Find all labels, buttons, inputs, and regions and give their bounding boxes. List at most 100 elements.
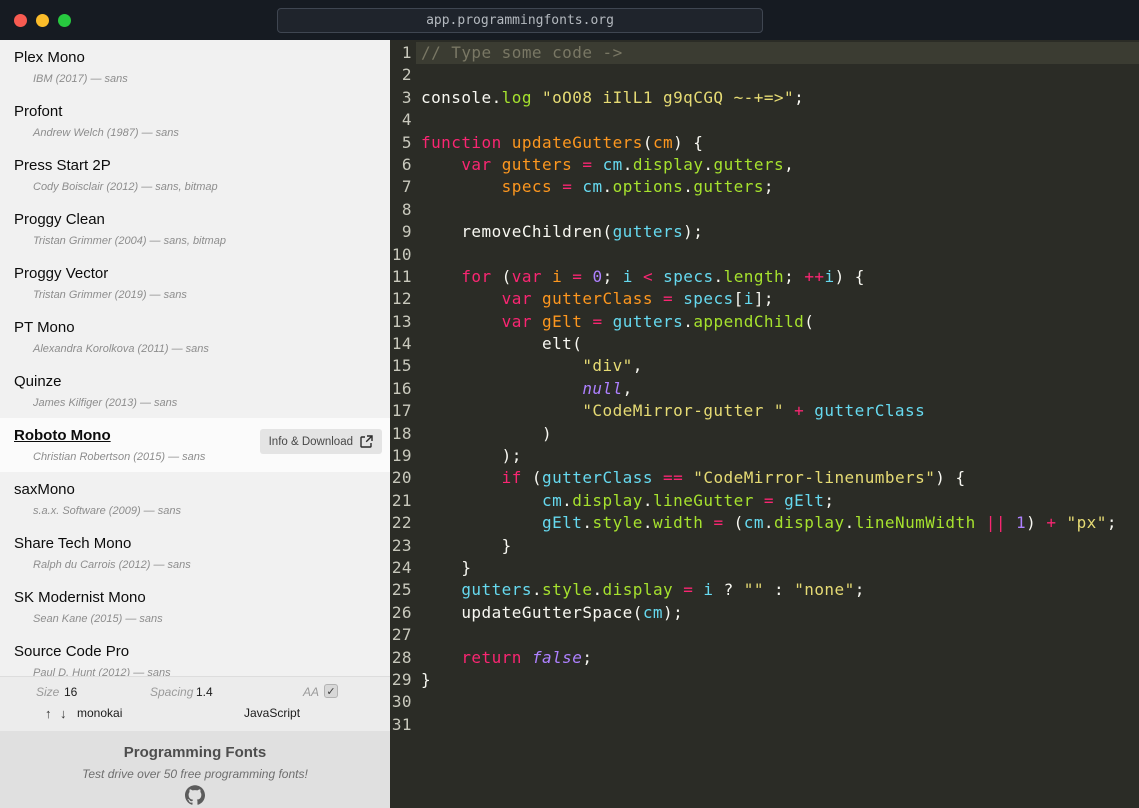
code-text[interactable]: return false;	[416, 647, 1139, 669]
code-text[interactable]: updateGutterSpace(cm);	[416, 602, 1139, 624]
code-line[interactable]: 22 gElt.style.width = (cm.display.lineNu…	[390, 512, 1139, 534]
line-number: 18	[391, 423, 412, 443]
theme-down-button[interactable]: ↓	[60, 706, 67, 721]
code-text[interactable]: }	[416, 535, 1139, 557]
code-text[interactable]: }	[416, 669, 1139, 691]
github-icon[interactable]	[0, 785, 390, 808]
code-line[interactable]: 31	[390, 714, 1139, 736]
code-line[interactable]: 7 specs = cm.options.gutters;	[390, 176, 1139, 198]
code-line[interactable]: 28 return false;	[390, 647, 1139, 669]
code-line[interactable]: 27	[390, 624, 1139, 646]
code-line[interactable]: 20 if (gutterClass == "CodeMirror-linenu…	[390, 467, 1139, 489]
code-text[interactable]: for (var i = 0; i < specs.length; ++i) {	[416, 266, 1139, 288]
line-number: 30	[391, 692, 412, 712]
code-editor[interactable]: 1// Type some code -> 2 3 console.log "oO08…	[390, 40, 1139, 808]
code-line[interactable]: 25 gutters.style.display = i ? "" : "non…	[390, 579, 1139, 601]
code-text[interactable]: function updateGutters(cm) {	[416, 132, 1139, 154]
code-line[interactable]: 9 removeChildren(gutters);	[390, 221, 1139, 243]
font-list-item[interactable]: Proggy Vector Tristan Grimmer (2019) — sa…	[0, 256, 390, 310]
code-line[interactable]: 24 }	[390, 557, 1139, 579]
code-line[interactable]: 21 cm.display.lineGutter = gElt;	[390, 490, 1139, 512]
code-line[interactable]: 26 updateGutterSpace(cm);	[390, 602, 1139, 624]
url-bar[interactable]: app.programmingfonts.org	[277, 8, 763, 33]
font-name: PT Mono	[14, 319, 75, 336]
language-select[interactable]: JavaScript	[244, 706, 300, 720]
code-line[interactable]: 12 var gutterClass = specs[i];	[390, 288, 1139, 310]
font-meta: s.a.x. Software (2009) — sans	[33, 505, 181, 517]
code-text[interactable]: var gutterClass = specs[i];	[416, 288, 1139, 310]
code-text[interactable]: );	[416, 445, 1139, 467]
code-text[interactable]: gutters.style.display = i ? "" : "none";	[416, 579, 1139, 601]
code-text[interactable]: var gElt = gutters.appendChild(	[416, 311, 1139, 333]
code-text[interactable]: "div",	[416, 355, 1139, 377]
size-input[interactable]: 16	[64, 685, 77, 699]
code-line[interactable]: 19 );	[390, 445, 1139, 467]
code-text[interactable]	[416, 64, 1139, 86]
font-list-item[interactable]: Press Start 2P Cody Boisclair (2012) — sa…	[0, 148, 390, 202]
aa-checkbox[interactable]: ✓	[324, 684, 338, 698]
code-line[interactable]: 11 for (var i = 0; i < specs.length; ++i…	[390, 266, 1139, 288]
font-list-item[interactable]: SK Modernist Mono Sean Kane (2015) — sans	[0, 580, 390, 634]
code-text[interactable]: removeChildren(gutters);	[416, 221, 1139, 243]
code-text[interactable]: specs = cm.options.gutters;	[416, 176, 1139, 198]
code-text[interactable]	[416, 714, 1139, 736]
font-list-item[interactable]: Source Code Pro Paul D. Hunt (2012) — san…	[0, 634, 390, 676]
line-number: 28	[391, 647, 412, 667]
code-text[interactable]	[416, 624, 1139, 646]
font-list-item[interactable]: Share Tech Mono Ralph du Carrois (2012) —…	[0, 526, 390, 580]
code-line[interactable]: 18 )	[390, 423, 1139, 445]
minimize-button[interactable]	[36, 14, 49, 27]
code-text[interactable]	[416, 691, 1139, 713]
code-line[interactable]: 13 var gElt = gutters.appendChild(	[390, 311, 1139, 333]
code-line[interactable]: 2	[390, 64, 1139, 86]
code-line[interactable]: 4	[390, 109, 1139, 131]
external-link-icon	[360, 435, 373, 448]
code-text[interactable]: console.log "oO08 iIlL1 g9qCGQ ~-+=>";	[416, 87, 1139, 109]
theme-up-button[interactable]: ↑	[45, 706, 52, 721]
zoom-button[interactable]	[58, 14, 71, 27]
code-text[interactable]: // Type some code ->	[416, 42, 1139, 65]
code-line[interactable]: 5 function updateGutters(cm) {	[390, 132, 1139, 154]
code-text[interactable]: null,	[416, 378, 1139, 400]
code-line[interactable]: 1// Type some code ->	[390, 42, 1139, 65]
code-line[interactable]: 15 "div",	[390, 355, 1139, 377]
font-name: Proggy Vector	[14, 265, 109, 282]
code-text[interactable]: )	[416, 423, 1139, 445]
code-text[interactable]: var gutters = cm.display.gutters,	[416, 154, 1139, 176]
code-line[interactable]: 6 var gutters = cm.display.gutters,	[390, 154, 1139, 176]
font-list-item[interactable]: saxMono s.a.x. Software (2009) — sans	[0, 472, 390, 526]
code-line[interactable]: 3 console.log "oO08 iIlL1 g9qCGQ ~-+=>";	[390, 87, 1139, 109]
font-meta: Paul D. Hunt (2012) — sans	[33, 667, 171, 676]
code-area[interactable]: 1// Type some code -> 2 3 console.log "oO08…	[390, 42, 1139, 736]
theme-select[interactable]: monokai	[77, 706, 122, 720]
code-line[interactable]: 23 }	[390, 535, 1139, 557]
font-list-item[interactable]: Plex Mono IBM (2017) — sans	[0, 40, 390, 94]
code-line[interactable]: 16 null,	[390, 378, 1139, 400]
line-number: 24	[391, 557, 412, 577]
close-button[interactable]	[14, 14, 27, 27]
font-name: Proggy Clean	[14, 211, 105, 228]
code-text[interactable]	[416, 244, 1139, 266]
code-line[interactable]: 30	[390, 691, 1139, 713]
info-download-button[interactable]: Info & Download	[259, 429, 382, 454]
font-list-item[interactable]: Profont Andrew Welch (1987) — sans	[0, 94, 390, 148]
code-text[interactable]: }	[416, 557, 1139, 579]
code-text[interactable]: gElt.style.width = (cm.display.lineNumWi…	[416, 512, 1139, 534]
spacing-input[interactable]: 1.4	[196, 685, 213, 699]
font-list-item[interactable]: Proggy Clean Tristan Grimmer (2004) — san…	[0, 202, 390, 256]
font-list-item[interactable]: PT Mono Alexandra Korolkova (2011) — sans	[0, 310, 390, 364]
code-text[interactable]: elt(	[416, 333, 1139, 355]
code-line[interactable]: 8	[390, 199, 1139, 221]
font-meta: Alexandra Korolkova (2011) — sans	[33, 343, 209, 355]
code-line[interactable]: 17 "CodeMirror-gutter " + gutterClass	[390, 400, 1139, 422]
code-line[interactable]: 14 elt(	[390, 333, 1139, 355]
code-line[interactable]: 29}	[390, 669, 1139, 691]
code-text[interactable]: if (gutterClass == "CodeMirror-linenumbe…	[416, 467, 1139, 489]
code-text[interactable]	[416, 109, 1139, 131]
font-list-item[interactable]: Quinze James Kilfiger (2013) — sans	[0, 364, 390, 418]
code-line[interactable]: 10	[390, 244, 1139, 266]
font-list-item[interactable]: Roboto Mono Christian Robertson (2015) — …	[0, 418, 390, 472]
code-text[interactable]	[416, 199, 1139, 221]
code-text[interactable]: cm.display.lineGutter = gElt;	[416, 490, 1139, 512]
code-text[interactable]: "CodeMirror-gutter " + gutterClass	[416, 400, 1139, 422]
